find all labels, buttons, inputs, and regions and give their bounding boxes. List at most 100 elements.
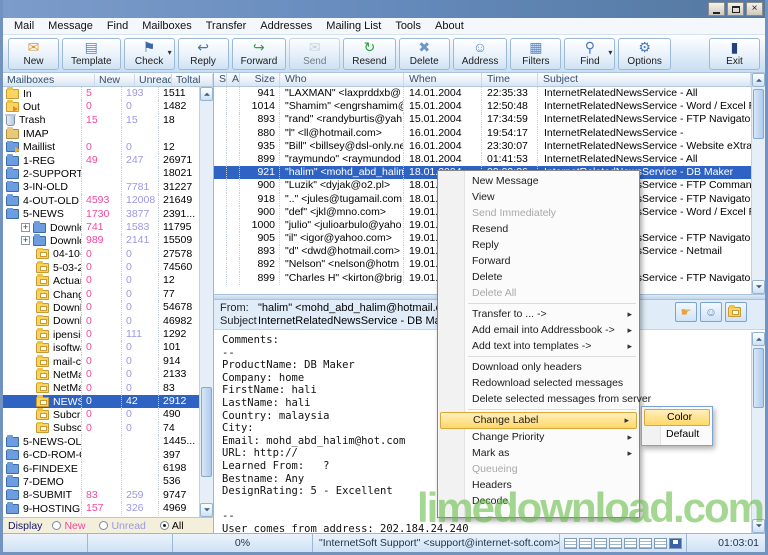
dropdown-arrow-icon[interactable]: ▾	[608, 48, 612, 57]
mailbox-row-maillist[interactable]: Maillist0012	[3, 141, 199, 154]
context-menu-item-mark-as[interactable]: Mark as▸	[438, 445, 639, 461]
message-header-when[interactable]: When	[404, 73, 482, 86]
scroll-down-icon[interactable]	[752, 280, 765, 294]
context-menu-item-reply[interactable]: Reply	[438, 237, 639, 253]
scroll-down-icon[interactable]	[200, 503, 213, 517]
menu-item-addresses[interactable]: Addresses	[253, 19, 319, 33]
message-header-a[interactable]: A	[227, 73, 240, 86]
mailbox-row-subscribe[interactable]: Subscribe0074	[3, 422, 199, 435]
mailbox-row-download[interactable]: +Download ...741158311795	[3, 221, 199, 234]
grid-view-icon[interactable]	[579, 538, 592, 549]
mailbox-row-7-demo[interactable]: 7-DEMO536	[3, 475, 199, 488]
display-option-unread[interactable]: Unread	[99, 520, 145, 532]
mailboxes-header-toltal[interactable]: Toltal	[172, 74, 213, 86]
mailbox-row-5-03-2003[interactable]: 5-03-2003-...0074560	[3, 261, 199, 274]
grid-view-icon[interactable]	[594, 538, 607, 549]
scroll-up-icon[interactable]	[200, 87, 213, 101]
menu-item-transfer[interactable]: Transfer	[199, 19, 254, 33]
context-menu-item-redownload-selected-messages[interactable]: Redownload selected messages	[438, 375, 639, 391]
context-menu-item-forward[interactable]: Forward	[438, 253, 639, 269]
mailbox-row-actuary[interactable]: Actuary0012	[3, 274, 199, 287]
mailbox-row-download[interactable]: Download ...0046982	[3, 315, 199, 328]
mailbox-row-6-findexe[interactable]: 6-FINDEXE6198	[3, 462, 199, 475]
mailbox-row-mail-comm[interactable]: mail-comm...00914	[3, 355, 199, 368]
toolbar-reply-button[interactable]: ↩Reply	[178, 38, 229, 70]
context-menu-item-decode[interactable]: Decode	[438, 493, 639, 509]
toolbar-address-button[interactable]: ☺Address	[453, 38, 508, 70]
mailbox-row-change-ad[interactable]: Change Ad...0077	[3, 288, 199, 301]
toolbar-exit-button[interactable]: ▮Exit	[709, 38, 760, 70]
message-row[interactable]: 941"LAXMAN" <laxprddxb@14.01.200422:35:3…	[214, 87, 751, 100]
mailboxes-header-new[interactable]: New	[95, 74, 135, 86]
menu-item-find[interactable]: Find	[100, 19, 135, 33]
message-row[interactable]: 1014"Shamim" <engrshamim@15.01.200412:50…	[214, 100, 751, 113]
mailbox-row-out[interactable]: Out001482	[3, 100, 199, 113]
scrollbar-thumb[interactable]	[201, 387, 212, 477]
mailbox-row-download[interactable]: Download -...0054678	[3, 301, 199, 314]
grid-view-icon[interactable]	[609, 538, 622, 549]
message-header-s[interactable]: S	[214, 73, 227, 86]
message-list-scrollbar[interactable]	[751, 73, 765, 294]
grid-view-icon[interactable]	[624, 538, 637, 549]
scroll-up-icon[interactable]	[752, 332, 765, 346]
toolbar-filters-button[interactable]: ▦Filters	[510, 38, 561, 70]
message-row[interactable]: 880"l" <ll@hotmail.com>16.01.200419:54:1…	[214, 127, 751, 140]
toolbar-delete-button[interactable]: ✖Delete	[399, 38, 450, 70]
mailbox-row-isoftware[interactable]: isoftware00101	[3, 341, 199, 354]
mailbox-row-netmail[interactable]: NetMail002133	[3, 368, 199, 381]
dropdown-arrow-icon[interactable]: ▾	[168, 48, 172, 57]
context-menu-item-resend[interactable]: Resend	[438, 221, 639, 237]
toolbar-forward-button[interactable]: ↪Forward	[232, 38, 287, 70]
expand-icon[interactable]: +	[21, 223, 30, 232]
context-menu-item-delete-selected-messages-from-server[interactable]: Delete selected messages from server	[438, 391, 639, 407]
message-row[interactable]: 893"rand" <randyburtis@yah15.01.200417:3…	[214, 113, 751, 126]
context-menu-item-add-text-into-templates[interactable]: Add text into templates ->▸	[438, 338, 639, 354]
contact-button[interactable]: ☺	[700, 302, 722, 322]
message-header-time[interactable]: Time	[482, 73, 538, 86]
mailbox-row-5-news[interactable]: 5-NEWS173038772391...	[3, 208, 199, 221]
mailbox-row-2-support[interactable]: 2-SUPPORT18021	[3, 167, 199, 180]
hand-select-button[interactable]: ☛	[675, 302, 697, 322]
mailbox-button[interactable]	[725, 302, 747, 322]
scroll-down-icon[interactable]	[752, 519, 765, 533]
mailbox-row-imap[interactable]: IMAP	[3, 127, 199, 140]
context-menu-item-delete-all[interactable]: Delete All	[438, 285, 639, 301]
menu-item-about[interactable]: About	[428, 19, 471, 33]
minimize-button[interactable]	[708, 2, 725, 16]
menu-item-mailboxes[interactable]: Mailboxes	[135, 19, 199, 33]
grid-view-icon[interactable]	[639, 538, 652, 549]
menu-item-tools[interactable]: Tools	[388, 19, 428, 33]
grid-view-icon[interactable]	[564, 538, 577, 549]
scrollbar-thumb[interactable]	[753, 89, 764, 139]
context-menu-item-change-priority[interactable]: Change Priority▸	[438, 429, 639, 445]
context-menu-item-transfer-to[interactable]: Transfer to ... ->▸	[438, 306, 639, 322]
save-icon[interactable]	[669, 538, 682, 549]
preview-scrollbar[interactable]	[751, 332, 765, 533]
menu-item-message[interactable]: Message	[41, 19, 100, 33]
toolbar-resend-button[interactable]: ↻Resend	[343, 38, 395, 70]
mailbox-row-4-out-old[interactable]: 4-OUT-OLD45931200821649	[3, 194, 199, 207]
mailbox-row-in[interactable]: In51931511	[3, 87, 199, 100]
toolbar-check-button[interactable]: ⚑▾Check	[124, 38, 175, 70]
mailbox-row-ipension-do[interactable]: ipension-do...01111292	[3, 328, 199, 341]
mailboxes-header-unread[interactable]: Unread	[135, 74, 172, 86]
mailboxes-scrollbar[interactable]	[199, 87, 213, 517]
context-menu-item-view[interactable]: View	[438, 189, 639, 205]
toolbar-options-button[interactable]: ⚙Options	[618, 38, 670, 70]
mailbox-row-3-in-old[interactable]: 3-IN-OLD778131227	[3, 181, 199, 194]
context-menu-item-queueing[interactable]: Queueing	[438, 461, 639, 477]
menu-item-mail[interactable]: Mail	[7, 19, 41, 33]
toolbar-new-button[interactable]: ✉New	[8, 38, 59, 70]
mailbox-row-download[interactable]: +Download ...989214115509	[3, 234, 199, 247]
context-menu-item-add-email-into-addressbook[interactable]: Add email into Addressbook ->▸	[438, 322, 639, 338]
mailbox-row-news-se[interactable]: NEWS SE...0422912	[3, 395, 199, 408]
scrollbar-thumb[interactable]	[753, 348, 764, 408]
context-menu-item-headers[interactable]: Headers	[438, 477, 639, 493]
toolbar-find-button[interactable]: ⚲▾Find	[564, 38, 615, 70]
mailbox-row-8-submit[interactable]: 8-SUBMIT832599747	[3, 489, 199, 502]
context-menu-item-download-only-headers[interactable]: Download only headers	[438, 359, 639, 375]
expand-icon[interactable]: +	[21, 236, 30, 245]
message-header-subject[interactable]: Subject	[538, 73, 751, 86]
maximize-button[interactable]	[727, 2, 744, 16]
context-menu-item-send-immediately[interactable]: Send Immediately	[438, 205, 639, 221]
